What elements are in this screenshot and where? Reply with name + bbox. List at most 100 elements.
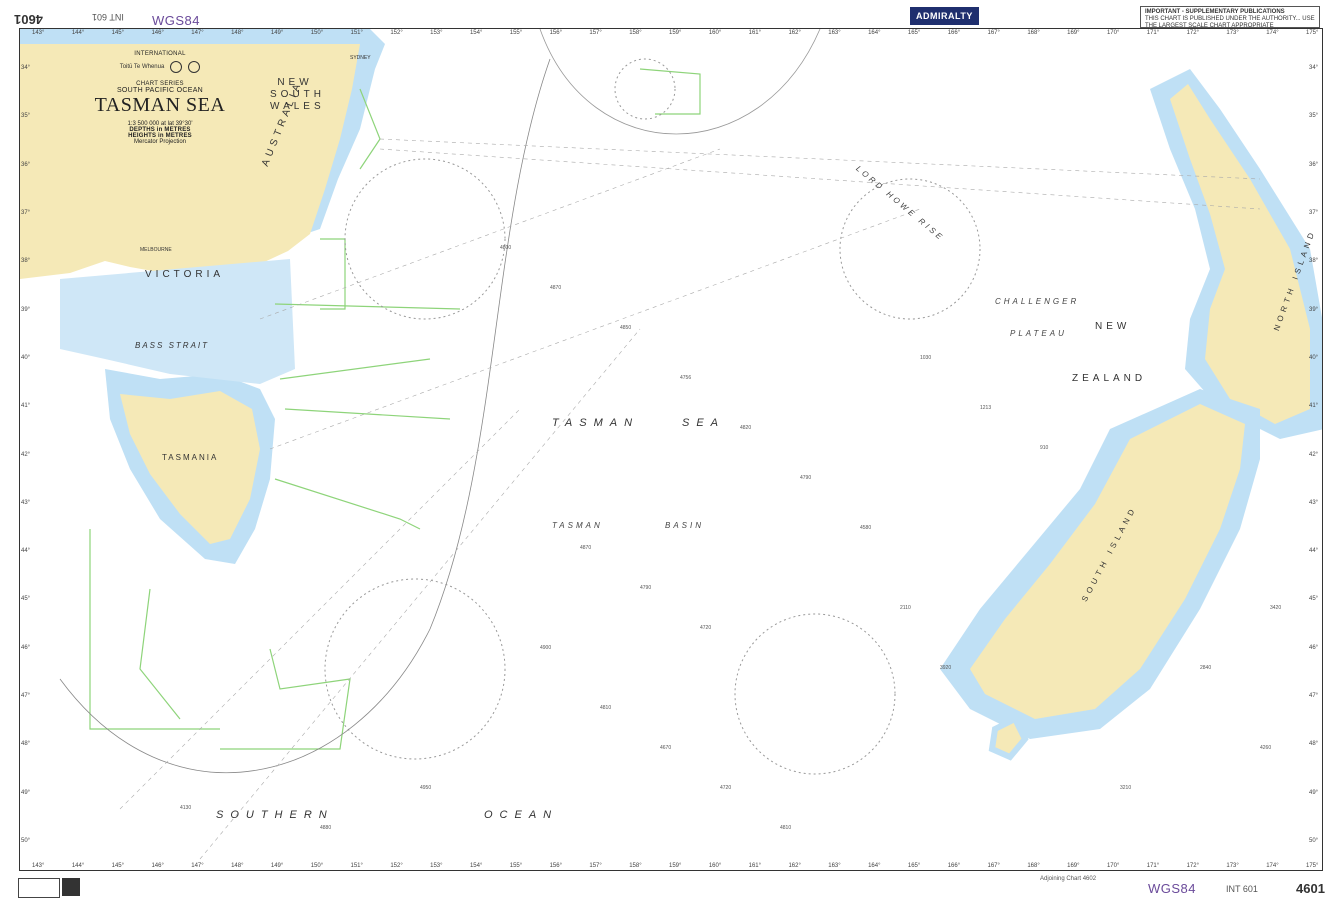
chart-area[interactable]: 4800 4870 4850 4756 4820 4790 4580 4870 4790 4… <box>19 28 1323 871</box>
latitude-tick-right: 49° <box>1309 789 1319 796</box>
longitude-tick-bottom: 169° <box>1067 863 1080 869</box>
latitude-tick-right: 42° <box>1309 451 1319 458</box>
latitude-tick-left: 41° <box>21 403 31 410</box>
longitude-tick-top: 169° <box>1067 30 1080 36</box>
svg-text:4790: 4790 <box>800 475 811 481</box>
latitude-tick-left: 45° <box>21 596 31 603</box>
longitude-tick-bottom: 154° <box>469 863 483 869</box>
svg-text:4670: 4670 <box>660 745 671 751</box>
svg-text:4720: 4720 <box>720 785 731 791</box>
longitude-tick-bottom: 147° <box>191 863 204 869</box>
svg-text:4850: 4850 <box>620 325 631 331</box>
longitude-tick-top: 144° <box>71 30 85 36</box>
svg-text:1213: 1213 <box>980 405 991 411</box>
longitude-tick-bottom: 165° <box>907 863 921 869</box>
label-southern: SOUTHERN <box>216 809 334 821</box>
svg-text:4580: 4580 <box>860 525 871 531</box>
chart-number-flipped: 4601 <box>14 12 43 27</box>
label-melbourne: MELBOURNE <box>140 247 172 253</box>
svg-text:4800: 4800 <box>500 245 511 251</box>
label-plateau: PLATEAU <box>1010 329 1067 338</box>
longitude-tick-top: 153° <box>430 30 443 36</box>
label-tasman-sea-1: TASMAN <box>552 417 640 429</box>
longitude-tick-bottom: 158° <box>629 863 642 869</box>
arc-top <box>539 29 821 135</box>
latitude-tick-right: 34° <box>1309 65 1319 71</box>
admiralty-logo: ADMIRALTY <box>910 7 979 25</box>
svg-text:4820: 4820 <box>740 425 751 431</box>
longitude-tick-bottom: 161° <box>748 863 762 869</box>
longitude-tick-bottom: 152° <box>390 863 403 869</box>
longitude-tick-top: 149° <box>270 30 284 36</box>
longitude-tick-top: 156° <box>549 30 562 36</box>
longitude-tick-bottom: 156° <box>549 863 562 869</box>
longitude-tick-bottom: 144° <box>71 863 85 869</box>
latitude-tick-right: 48° <box>1309 741 1319 748</box>
longitude-tick-bottom: 145° <box>111 863 125 869</box>
latitude-tick-right: 50° <box>1309 838 1319 844</box>
longitude-tick-top: 148° <box>231 30 244 36</box>
longitude-tick-top: 160° <box>708 30 722 36</box>
svg-text:3420: 3420 <box>1270 605 1281 611</box>
label-sydney: SYDNEY <box>350 55 371 61</box>
longitude-tick-top: 158° <box>629 30 642 36</box>
longitude-tick-bottom: 166° <box>947 863 961 869</box>
datum-bottom: WGS84 <box>1148 881 1197 896</box>
latitude-tick-left: 35° <box>21 113 31 120</box>
latitude-tick-right: 41° <box>1309 403 1319 410</box>
longitude-tick-bottom: 170° <box>1106 863 1120 869</box>
latitude-tick-left: 43° <box>21 499 31 506</box>
latitude-tick-right: 40° <box>1309 354 1319 361</box>
svg-text:4260: 4260 <box>1260 745 1271 751</box>
latitude-tick-left: 39° <box>21 306 31 313</box>
latitude-tick-left: 34° <box>21 65 31 71</box>
longitude-tick-top: 166° <box>947 30 961 36</box>
longitude-tick-bottom: 157° <box>589 863 602 869</box>
brand-text: ADMIRALTY <box>916 11 973 21</box>
longitude-tick-top: 152° <box>390 30 403 36</box>
title-block: INTERNATIONAL Toitū Te Whenua CHART SERI… <box>90 51 230 145</box>
longitude-tick-bottom: 155° <box>509 863 523 869</box>
latitude-tick-left: 42° <box>21 451 31 458</box>
longitude-tick-top: 151° <box>350 30 363 36</box>
latitude-tick-right: 38° <box>1309 258 1319 265</box>
longitude-tick-bottom: 149° <box>270 863 284 869</box>
bottom-margin: Adjoining Chart 4602 WGS84 INT 601 4601 <box>0 874 1343 900</box>
edition-box <box>18 878 60 898</box>
latitude-tick-right: 36° <box>1309 161 1319 168</box>
datum-top: WGS84 <box>152 13 201 28</box>
notice-title: IMPORTANT - SUPPLEMENTARY PUBLICATIONS <box>1145 9 1285 15</box>
longitude-scale-bottom: 143° 144° 145° 146° 147° 148° 149° 150° 151° 152°… <box>20 862 1322 870</box>
longitude-tick-top: 162° <box>788 30 801 36</box>
longitude-tick-bottom: 168° <box>1027 863 1040 869</box>
longitude-tick-top: 167° <box>987 30 1000 36</box>
label-tasman-basin-1: TASMAN <box>552 521 603 530</box>
int-number-flipped: INT 601 <box>92 12 124 22</box>
label-tasmania: TASMANIA <box>162 453 219 462</box>
crest-icon <box>170 61 183 73</box>
chart-number: 4601 <box>1296 881 1325 896</box>
longitude-tick-top: 157° <box>589 30 602 36</box>
svg-text:4810: 4810 <box>780 825 791 831</box>
longitude-tick-top: 161° <box>748 30 762 36</box>
longitude-tick-top: 171° <box>1146 30 1160 36</box>
latitude-tick-left: 37° <box>21 209 31 216</box>
latitude-tick-left: 46° <box>21 644 31 651</box>
longitude-tick-bottom: 146° <box>151 863 164 869</box>
longitude-tick-top: 173° <box>1226 30 1239 36</box>
latitude-tick-left: 36° <box>21 161 31 168</box>
longitude-tick-top: 147° <box>191 30 204 36</box>
region-label: SOUTH PACIFIC OCEAN <box>116 87 204 94</box>
svg-text:1030: 1030 <box>920 355 931 361</box>
svg-text:4900: 4900 <box>540 645 551 651</box>
longitude-tick-bottom: 151° <box>350 863 363 869</box>
label-ocean: OCEAN <box>484 809 559 821</box>
longitude-tick-top: 159° <box>669 30 682 36</box>
latitude-tick-right: 45° <box>1309 596 1319 603</box>
label-new: NEW <box>1095 321 1131 332</box>
label-victoria: VICTORIA <box>145 269 225 280</box>
longitude-tick-top: 154° <box>469 30 483 36</box>
longitude-tick-bottom: 174° <box>1266 863 1279 869</box>
longitude-tick-bottom: 153° <box>430 863 443 869</box>
longitude-tick-top: 164° <box>868 30 881 36</box>
